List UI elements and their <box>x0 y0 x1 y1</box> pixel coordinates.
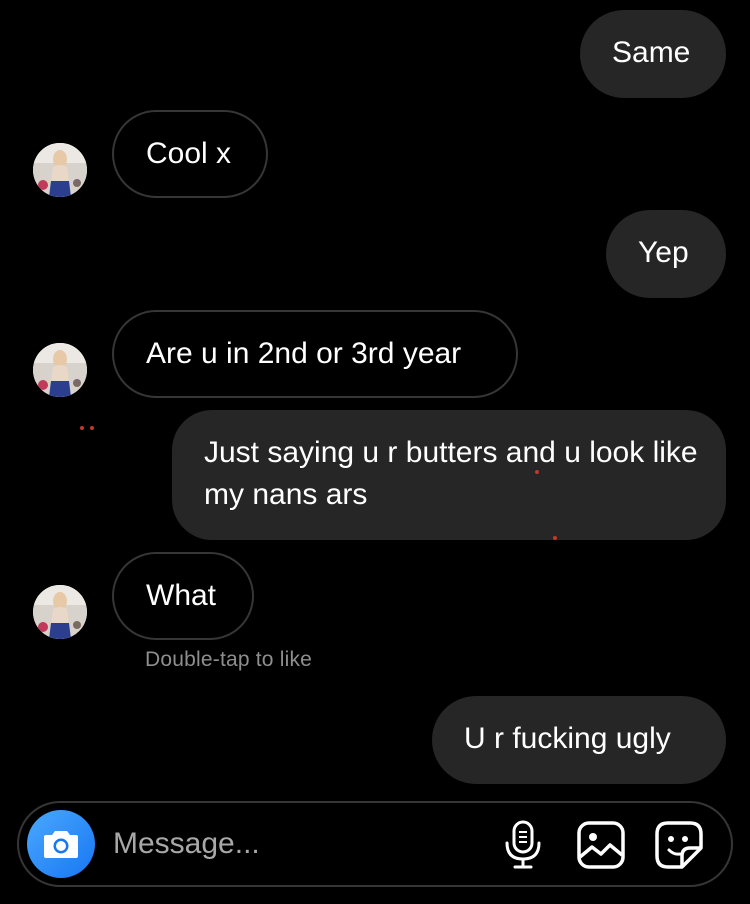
outgoing-message[interactable]: U r fucking ugly <box>432 696 726 784</box>
gallery-icon <box>577 821 625 869</box>
double-tap-hint: Double-tap to like <box>145 648 313 671</box>
avatar-photo <box>33 343 87 397</box>
sticker-button[interactable] <box>653 819 705 871</box>
avatar-photo <box>33 143 87 197</box>
microphone-button[interactable] <box>497 819 549 871</box>
outgoing-message[interactable]: Just saying u r butters and u look like … <box>172 410 726 540</box>
microphone-icon <box>505 820 541 869</box>
incoming-message[interactable]: Cool x <box>112 110 268 198</box>
sticker-icon <box>655 821 703 869</box>
incoming-message[interactable]: What <box>112 552 254 640</box>
red-dot <box>553 536 557 540</box>
message-thread: Same Cool x Yep Are u in 2nd or 3rd year… <box>0 0 750 800</box>
avatar[interactable] <box>33 143 87 197</box>
camera-button[interactable] <box>27 810 95 878</box>
message-composer <box>17 801 733 887</box>
red-dot <box>535 470 539 474</box>
gallery-button[interactable] <box>575 819 627 871</box>
red-dot <box>90 426 94 430</box>
outgoing-message[interactable]: Yep <box>606 210 726 298</box>
outgoing-message[interactable]: Same <box>580 10 726 98</box>
red-dot <box>80 426 84 430</box>
avatar[interactable] <box>33 585 87 639</box>
incoming-message[interactable]: Are u in 2nd or 3rd year <box>112 310 518 398</box>
camera-icon <box>44 831 78 858</box>
message-input[interactable] <box>113 821 473 867</box>
avatar[interactable] <box>33 343 87 397</box>
avatar-photo <box>33 585 87 639</box>
